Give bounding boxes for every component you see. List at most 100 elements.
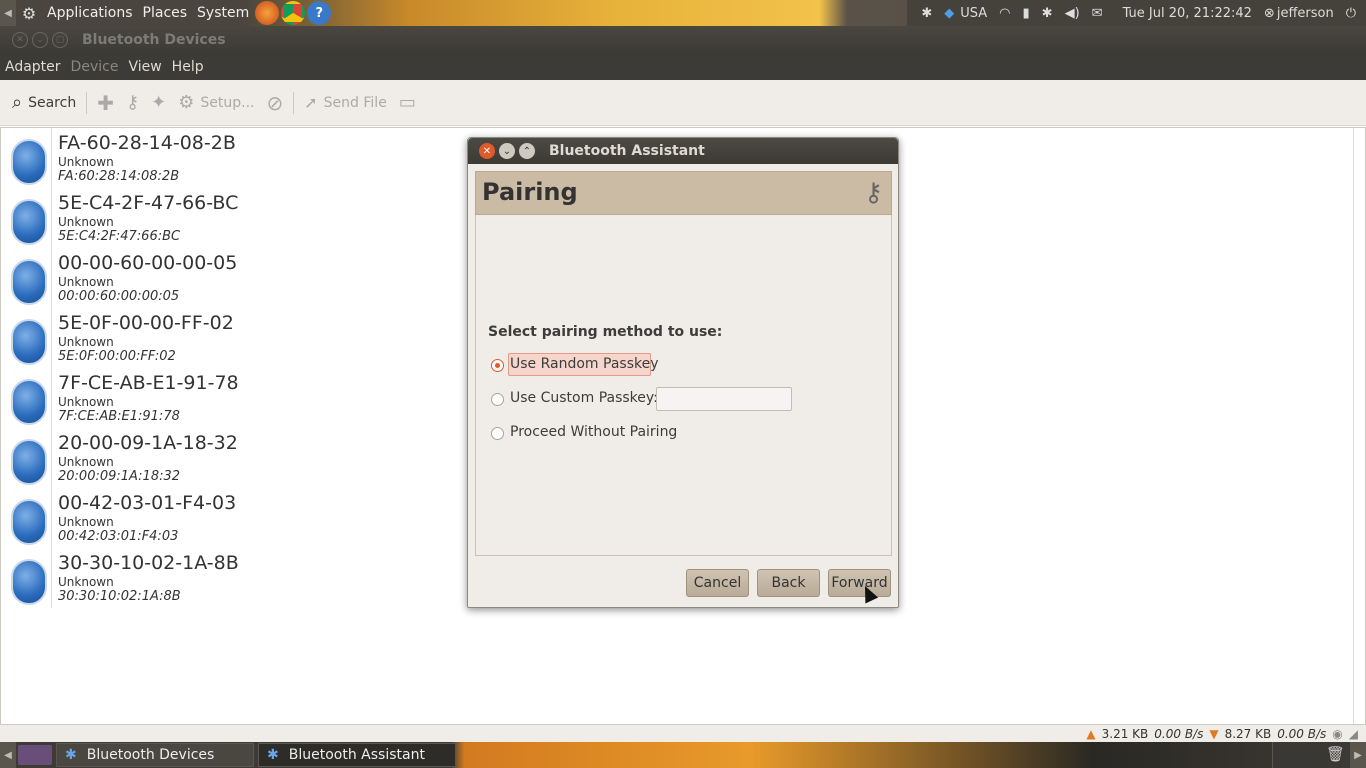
send-icon: ➚ xyxy=(304,93,318,112)
bluetooth-device-icon xyxy=(7,193,47,245)
device-type: Unknown xyxy=(58,455,114,469)
custom-passkey-field[interactable] xyxy=(656,387,792,411)
show-desktop-icon[interactable] xyxy=(18,745,52,765)
block-icon: ⊘ xyxy=(266,90,284,115)
list-item[interactable]: 00-00-60-00-00-05 Unknown 00:00:60:00:00… xyxy=(1,248,471,308)
list-item[interactable]: 30-30-10-02-1A-8B Unknown 30:30:10:02:1A… xyxy=(1,548,471,608)
bluetooth-device-icon xyxy=(7,313,47,365)
close-icon[interactable]: ✕ xyxy=(479,143,495,159)
menu-adapter[interactable]: Adapter xyxy=(0,54,66,80)
trash-icon[interactable]: 🗑 xyxy=(1326,745,1345,765)
random-passkey-radio[interactable] xyxy=(491,359,504,372)
close-icon[interactable]: ✕ xyxy=(12,32,28,48)
separator xyxy=(86,91,88,114)
list-item[interactable]: 5E-0F-00-00-FF-02 Unknown 5E:0F:00:00:FF… xyxy=(1,308,471,368)
page-title: Pairing xyxy=(482,178,578,206)
device-name: 20-00-09-1A-18-32 xyxy=(58,432,238,454)
user-status-icon[interactable]: ⊗ xyxy=(1258,0,1277,26)
vertical-scrollbar[interactable] xyxy=(1353,128,1365,724)
custom-passkey-label[interactable]: Use Custom Passkey: xyxy=(510,390,658,406)
bluetooth-device-icon xyxy=(7,493,47,545)
volume-icon[interactable]: ◀) xyxy=(1059,0,1086,26)
main-window-titlebar[interactable]: ✕ ⌄ ▢ Bluetooth Devices xyxy=(0,26,1366,54)
minimize-icon[interactable]: ⌄ xyxy=(499,143,515,159)
list-divider xyxy=(51,128,52,608)
bond-button[interactable]: ⚷ xyxy=(120,80,145,126)
statusbar: ▲ 3.21 KB 0.00 B/s ▼ 8.27 KB 0.00 B/s ◉ … xyxy=(0,725,1366,742)
battery-icon[interactable]: ▮ xyxy=(1017,0,1036,26)
no-pairing-label[interactable]: Proceed Without Pairing xyxy=(510,424,677,440)
block-button[interactable]: ⊘ xyxy=(261,80,290,126)
resize-grip-icon[interactable]: ◢ xyxy=(1349,727,1358,741)
device-name: FA-60-28-14-08-2B xyxy=(58,132,236,154)
dialog-header: Pairing ⚷ xyxy=(475,171,892,215)
keyboard-layout[interactable]: USA xyxy=(960,0,993,26)
clock[interactable]: Tue Jul 20, 21:22:42 xyxy=(1109,0,1258,26)
dialog-titlebar[interactable]: ✕ ⌄ ⌃ Bluetooth Assistant xyxy=(468,138,898,164)
device-type: Unknown xyxy=(58,335,114,349)
power-icon[interactable]: ⏻ xyxy=(1340,0,1366,26)
panel-collapse-arrow-icon[interactable]: ◀ xyxy=(0,742,16,768)
setup-button[interactable]: ⚙ Setup... xyxy=(172,80,260,126)
top-panel: ◀ ⚙ Applications Places System ? ✱ ◆ USA… xyxy=(0,0,1366,26)
browse-button[interactable]: ▭ xyxy=(393,80,422,126)
search-button[interactable]: ⌕ Search xyxy=(6,80,82,126)
help-launcher-icon[interactable]: ? xyxy=(307,1,332,25)
task-bluetooth-devices[interactable]: ✱ Bluetooth Devices xyxy=(56,743,254,767)
device-name: 7F-CE-AB-E1-91-78 xyxy=(58,372,239,394)
bluetooth-icon: ✱ xyxy=(267,747,279,763)
dropbox-tray-icon[interactable]: ◆ xyxy=(938,0,960,26)
mail-icon[interactable]: ✉ xyxy=(1086,0,1109,26)
list-item[interactable]: FA-60-28-14-08-2B Unknown FA:60:28:14:08… xyxy=(1,128,471,188)
list-item[interactable]: 20-00-09-1A-18-32 Unknown 20:00:09:1A:18… xyxy=(1,428,471,488)
maximize-icon[interactable]: ▢ xyxy=(52,32,68,48)
no-pairing-radio[interactable] xyxy=(491,427,504,440)
menu-help[interactable]: Help xyxy=(167,54,209,80)
menu-device[interactable]: Device xyxy=(66,54,124,80)
menu-places[interactable]: Places xyxy=(138,0,193,26)
back-button[interactable]: Back xyxy=(757,569,820,597)
bluetooth-assistant-dialog: ✕ ⌄ ⌃ Bluetooth Assistant Pairing ⚷ Sele… xyxy=(467,137,899,608)
panel-expand-arrow-icon[interactable]: ▶ xyxy=(1350,742,1366,768)
random-passkey-label[interactable]: Use Random Passkey xyxy=(510,356,659,372)
menu-system[interactable]: System xyxy=(192,0,254,26)
maximize-icon[interactable]: ⌃ xyxy=(519,143,535,159)
device-name: 00-00-60-00-00-05 xyxy=(58,252,238,274)
wifi-icon[interactable]: ◠ xyxy=(993,0,1016,26)
bluetooth-icon[interactable]: ✱ xyxy=(1036,0,1059,26)
task-bluetooth-assistant[interactable]: ✱ Bluetooth Assistant xyxy=(258,743,456,767)
user-name[interactable]: jefferson xyxy=(1277,0,1340,26)
custom-passkey-radio[interactable] xyxy=(491,393,504,406)
ubuntu-logo-icon[interactable]: ⚙ xyxy=(16,4,42,23)
panel-collapse-arrow-icon[interactable]: ◀ xyxy=(0,0,16,26)
chrome-launcher-icon[interactable] xyxy=(281,1,306,25)
upload-total: 3.21 KB xyxy=(1101,726,1149,741)
firefox-launcher-icon[interactable] xyxy=(255,1,280,25)
cancel-button[interactable]: Cancel xyxy=(686,569,749,597)
list-item[interactable]: 00-42-03-01-F4-03 Unknown 00:42:03:01:F4… xyxy=(1,488,471,548)
minimize-icon[interactable]: ⌄ xyxy=(32,32,48,48)
add-button[interactable]: ✚ xyxy=(91,80,120,126)
list-item[interactable]: 5E-C4-2F-47-66-BC Unknown 5E:C4:2F:47:66… xyxy=(1,188,471,248)
pairing-question: Select pairing method to use: xyxy=(488,324,723,340)
download-rate: 0.00 B/s xyxy=(1277,726,1327,741)
device-type: Unknown xyxy=(58,275,114,289)
device-address: 00:42:03:01:F4:03 xyxy=(58,529,179,544)
bluetooth-tray-icon[interactable]: ✱ xyxy=(915,0,938,26)
device-address: 30:30:10:02:1A:8B xyxy=(58,589,181,604)
list-item[interactable]: 7F-CE-AB-E1-91-78 Unknown 7F:CE:AB:E1:91… xyxy=(1,368,471,428)
folder-icon: ▭ xyxy=(398,92,416,113)
bluetooth-device-icon xyxy=(7,553,47,605)
workspace-switcher[interactable] xyxy=(1272,742,1324,768)
device-address: 5E:0F:00:00:FF:02 xyxy=(58,349,176,364)
bluetooth-device-icon xyxy=(7,433,47,485)
menu-applications[interactable]: Applications xyxy=(42,0,138,26)
trust-button[interactable]: ✦ xyxy=(145,80,172,126)
bluetooth-device-icon xyxy=(7,373,47,425)
menu-view[interactable]: View xyxy=(123,54,166,80)
key-icon: ⚷ xyxy=(125,92,140,113)
send-file-button[interactable]: ➚ Send File xyxy=(298,80,393,126)
upload-arrow-icon: ▲ xyxy=(1086,726,1096,741)
device-address: 5E:C4:2F:47:66:BC xyxy=(58,229,181,244)
download-arrow-icon: ▼ xyxy=(1209,726,1219,741)
